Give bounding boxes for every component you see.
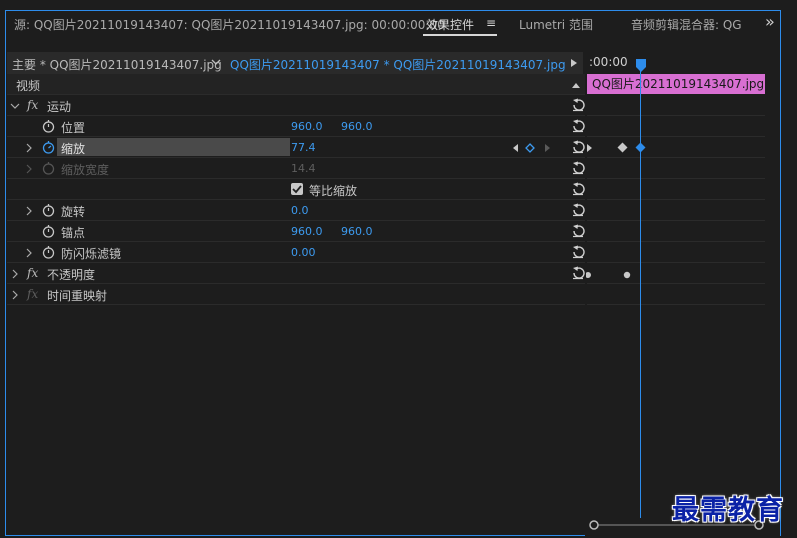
keyframe-dot-icon[interactable] [623,268,631,279]
collapse-up-icon[interactable] [571,79,581,89]
timeline-timecode: :00:00 [589,55,628,69]
tab-menu-icon[interactable]: ≡ [486,16,496,30]
keyframe-start-icon[interactable] [586,142,594,152]
watermark-logo: 最需教育 [672,495,784,526]
tab-audio-clip-mixer[interactable]: 音频剪辑混合器: QG [631,16,745,33]
scale-value[interactable]: 77.4 [291,141,316,154]
tab-source[interactable]: 源: QQ图片20211019143407: QQ图片2021101914340… [14,16,445,33]
chevron-right-icon[interactable] [24,142,34,153]
tab-overflow-icon[interactable]: » [765,12,775,31]
effect-row-opacity[interactable]: fx 不透明度 [7,263,585,284]
scale-label: 缩放 [61,142,86,156]
timeline-clip[interactable]: QQ图片20211019143407.jpg [587,74,765,94]
stopwatch-icon[interactable] [42,119,55,133]
stopwatch-icon[interactable] [42,224,55,238]
fx-disabled-icon: fx [27,287,39,301]
master-clip-label[interactable]: 主要 * QQ图片20211019143407.jpg [12,56,222,73]
stopwatch-icon[interactable] [42,245,55,259]
chevron-right-icon[interactable] [24,205,34,216]
rotation-value[interactable]: 0.0 [291,204,309,217]
chevron-right-icon[interactable] [10,289,20,300]
keyframe-selected-icon[interactable] [635,142,646,153]
next-keyframe-icon[interactable] [542,142,552,152]
motion-label: 运动 [47,100,72,114]
tab-lumetri-scopes[interactable]: Lumetri 范围 [519,16,593,33]
stopwatch-disabled-icon [42,161,55,175]
chevron-down-icon[interactable] [210,56,222,68]
add-keyframe-icon[interactable] [525,142,535,153]
tab-effect-controls[interactable]: 效果控件 [426,16,474,33]
reset-icon[interactable] [570,139,586,155]
property-row-scale-width: 缩放宽度 14.4 [7,158,585,179]
rotation-label: 旋转 [61,205,86,219]
keyframe-dot-icon[interactable] [585,268,592,278]
active-tab-underline [423,34,497,36]
reset-icon[interactable] [570,202,586,218]
playhead-line [640,62,641,518]
sequence-clip-selector[interactable]: QQ图片20211019143407 * QQ图片20211019143407.… [230,56,566,73]
anti-flicker-value[interactable]: 0.00 [291,246,316,259]
property-row-position[interactable]: 位置 960.0 960.0 [7,116,585,137]
anchor-y-value[interactable]: 960.0 [341,225,373,238]
property-row-anchor[interactable]: 锚点 960.0 960.0 [7,221,585,242]
timeline-row-lines [587,95,765,305]
anchor-label: 锚点 [61,226,86,240]
scale-width-value: 14.4 [291,162,316,175]
property-row-scale[interactable]: 缩放 77.4 [7,137,585,158]
scale-selection-highlight [57,138,290,156]
play-triangle-icon[interactable] [569,57,579,67]
anti-flicker-label: 防闪烁滤镜 [61,247,122,261]
video-section-row: 视频 [7,74,585,95]
chevron-right-icon [24,163,34,174]
playhead-icon[interactable] [635,59,647,72]
position-y-value[interactable]: 960.0 [341,120,373,133]
property-row-rotation[interactable]: 旋转 0.0 [7,200,585,221]
scale-width-label: 缩放宽度 [61,163,110,177]
stopwatch-active-icon[interactable] [42,140,55,154]
uniform-scale-checkbox[interactable] [291,183,303,195]
keyframe-diamond-icon[interactable] [617,142,628,153]
anchor-x-value[interactable]: 960.0 [291,225,323,238]
effect-row-motion[interactable]: fx 运动 [7,95,585,116]
opacity-label: 不透明度 [47,268,96,282]
property-row-anti-flicker[interactable]: 防闪烁滤镜 0.00 [7,242,585,263]
chevron-down-icon[interactable] [10,100,20,110]
video-section-label: 视频 [16,79,41,93]
reset-icon[interactable] [570,181,586,197]
fx-icon[interactable]: fx [27,266,38,280]
reset-icon[interactable] [570,118,586,134]
uniform-scale-label: 等比缩放 [309,184,358,198]
fx-icon[interactable]: fx [27,98,38,112]
reset-icon[interactable] [570,160,586,176]
reset-icon[interactable] [570,244,586,260]
time-remap-label: 时间重映射 [47,289,108,303]
reset-icon[interactable] [570,223,586,239]
prev-keyframe-icon[interactable] [511,142,521,152]
stopwatch-icon[interactable] [42,203,55,217]
chevron-right-icon[interactable] [24,247,34,258]
position-x-value[interactable]: 960.0 [291,120,323,133]
position-label: 位置 [61,121,86,135]
uniform-scale-row: 等比缩放 [7,179,585,200]
reset-icon[interactable] [570,265,586,281]
reset-icon[interactable] [570,97,586,113]
effect-row-time-remap[interactable]: fx 时间重映射 [7,284,585,305]
chevron-right-icon[interactable] [10,268,20,279]
